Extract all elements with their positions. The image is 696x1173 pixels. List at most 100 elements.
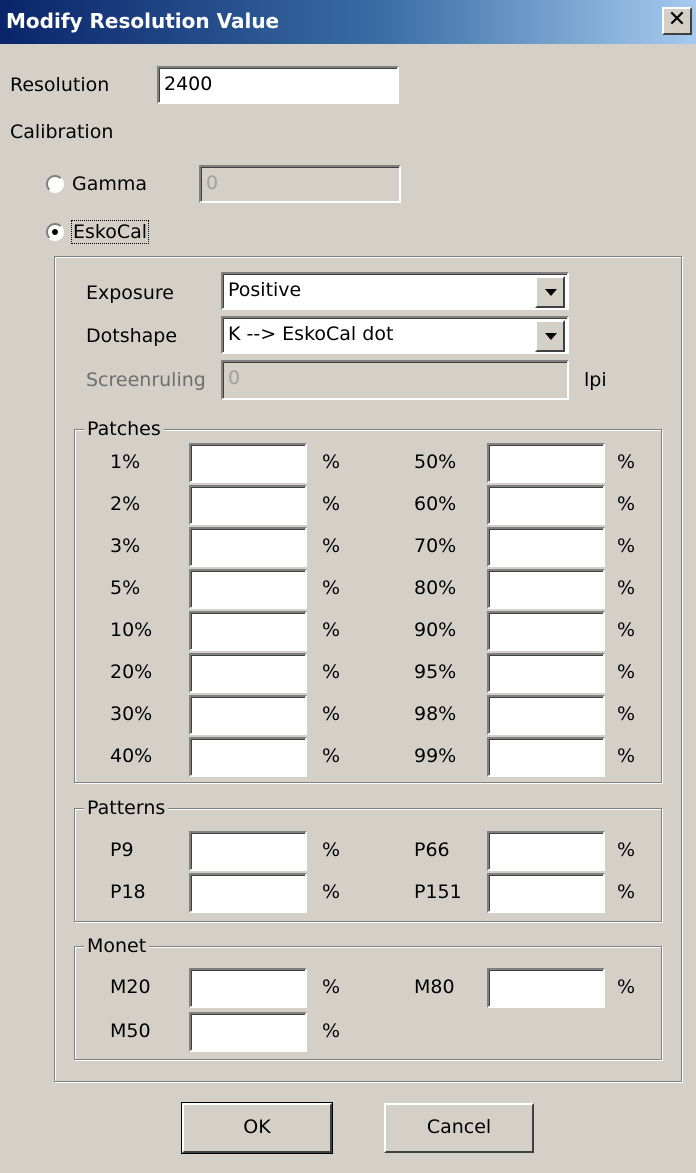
resolution-value: 2400 — [164, 73, 213, 95]
patches-left-label: 10% — [110, 619, 153, 641]
dialog-title: Modify Resolution Value — [6, 9, 280, 33]
patches-left-input[interactable] — [189, 443, 307, 483]
monet-left-input[interactable] — [189, 968, 307, 1008]
exposure-dropdown-button[interactable] — [535, 276, 565, 308]
patches-left-unit: % — [322, 535, 341, 557]
patches-right-unit: % — [617, 493, 636, 515]
patches-left-unit: % — [322, 703, 341, 725]
radio-selected-dot — [52, 229, 58, 235]
patches-left-unit: % — [322, 661, 341, 683]
patches-left-input[interactable] — [189, 737, 307, 777]
patches-left-unit: % — [322, 493, 341, 515]
patterns-left-label: P9 — [110, 839, 134, 861]
patterns-right-label: P66 — [414, 839, 450, 861]
patches-left-input[interactable] — [189, 527, 307, 567]
screenruling-value: 0 — [228, 367, 241, 389]
dotshape-value: K --> EskoCal dot — [228, 323, 394, 345]
chevron-down-icon — [545, 333, 557, 340]
patterns-left-label: P18 — [110, 881, 146, 903]
patches-left-unit: % — [322, 619, 341, 641]
monet-left-label: M50 — [110, 1020, 151, 1042]
monet-left-unit: % — [322, 1020, 341, 1042]
patches-right-unit: % — [617, 451, 636, 473]
patches-left-label: 3% — [110, 535, 141, 557]
monet-right-unit: % — [617, 976, 636, 998]
screenruling-unit: lpi — [584, 369, 607, 391]
resolution-input[interactable]: 2400 — [157, 66, 399, 104]
patches-right-input[interactable] — [487, 611, 605, 651]
patches-right-unit: % — [617, 703, 636, 725]
patches-right-unit: % — [617, 535, 636, 557]
calibration-label: Calibration — [10, 121, 114, 143]
patches-right-label: 98% — [414, 703, 457, 725]
patches-left-input[interactable] — [189, 653, 307, 693]
exposure-value: Positive — [228, 279, 302, 301]
patches-right-input[interactable] — [487, 653, 605, 693]
cancel-button[interactable]: Cancel — [384, 1103, 534, 1153]
patterns-right-input[interactable] — [487, 831, 605, 871]
gamma-radio[interactable] — [46, 175, 64, 193]
eskocal-label[interactable]: EskoCal — [70, 220, 150, 244]
patches-right-label: 70% — [414, 535, 457, 557]
patches-right-label: 95% — [414, 661, 457, 683]
close-icon: ✕ — [667, 7, 687, 32]
patterns-right-unit: % — [617, 881, 636, 903]
monet-left-input[interactable] — [189, 1012, 307, 1052]
patches-left-label: 5% — [110, 577, 141, 599]
patches-left-label: 1% — [110, 451, 141, 473]
gamma-value: 0 — [206, 172, 219, 194]
patterns-title: Patterns — [84, 797, 169, 819]
patches-left-label: 2% — [110, 493, 141, 515]
monet-title: Monet — [84, 935, 150, 957]
exposure-label: Exposure — [86, 282, 174, 304]
screenruling-label: Screenruling — [86, 369, 206, 391]
patches-right-label: 90% — [414, 619, 457, 641]
dotshape-dropdown-button[interactable] — [535, 320, 565, 352]
patterns-left-input[interactable] — [189, 873, 307, 913]
eskocal-radio[interactable] — [46, 223, 64, 241]
patches-right-input[interactable] — [487, 527, 605, 567]
patterns-left-unit: % — [322, 881, 341, 903]
patches-left-label: 20% — [110, 661, 153, 683]
resolution-label: Resolution — [10, 74, 110, 96]
patches-right-input[interactable] — [487, 569, 605, 609]
monet-right-label: M80 — [414, 976, 455, 998]
patches-title: Patches — [84, 418, 164, 440]
patches-left-input[interactable] — [189, 485, 307, 525]
patches-left-label: 40% — [110, 745, 153, 767]
dotshape-label: Dotshape — [86, 325, 178, 347]
patches-right-input[interactable] — [487, 695, 605, 735]
monet-right-input[interactable] — [487, 968, 605, 1008]
patches-right-unit: % — [617, 577, 636, 599]
patches-left-input[interactable] — [189, 695, 307, 735]
patterns-left-input[interactable] — [189, 831, 307, 871]
chevron-down-icon — [545, 289, 557, 296]
patches-right-label: 99% — [414, 745, 457, 767]
patterns-right-label: P151 — [414, 881, 462, 903]
patches-left-unit: % — [322, 451, 341, 473]
screenruling-input[interactable]: 0 — [221, 360, 569, 400]
patches-right-input[interactable] — [487, 485, 605, 525]
gamma-label[interactable]: Gamma — [72, 173, 147, 195]
patterns-right-unit: % — [617, 839, 636, 861]
patches-right-label: 80% — [414, 577, 457, 599]
gamma-input[interactable]: 0 — [199, 165, 401, 203]
monet-left-unit: % — [322, 976, 341, 998]
close-button[interactable]: ✕ — [662, 7, 692, 35]
patches-left-unit: % — [322, 745, 341, 767]
patches-right-unit: % — [617, 661, 636, 683]
dotshape-select[interactable]: K --> EskoCal dot — [221, 316, 569, 354]
patches-right-label: 60% — [414, 493, 457, 515]
exposure-select[interactable]: Positive — [221, 272, 569, 310]
monet-left-label: M20 — [110, 976, 151, 998]
patches-right-input[interactable] — [487, 443, 605, 483]
patterns-right-input[interactable] — [487, 873, 605, 913]
patches-left-input[interactable] — [189, 611, 307, 651]
patches-left-unit: % — [322, 577, 341, 599]
patches-left-input[interactable] — [189, 569, 307, 609]
patches-right-input[interactable] — [487, 737, 605, 777]
ok-button[interactable]: OK — [181, 1102, 333, 1154]
patches-right-unit: % — [617, 745, 636, 767]
patches-left-label: 30% — [110, 703, 153, 725]
patterns-left-unit: % — [322, 839, 341, 861]
